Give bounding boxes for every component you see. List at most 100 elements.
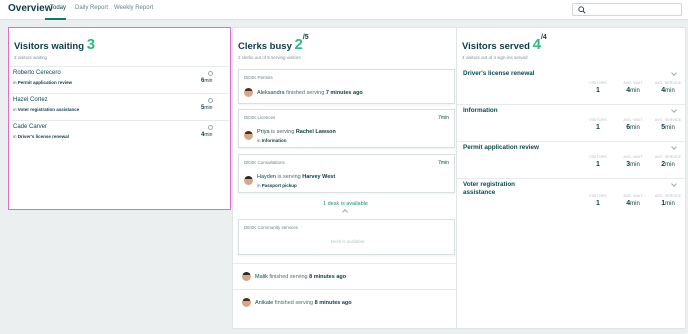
service-row[interactable]: Driver's license renewal VISITORS AVG. W… (457, 70, 687, 106)
service-name: Permit application review (463, 144, 539, 151)
visitors-header: VISITORS (589, 155, 607, 159)
desk-status: Priya is serving Rachel Lawson (257, 129, 336, 135)
avg-wait-header: AVG. WAIT (623, 194, 643, 198)
service-row[interactable]: Voter registration assistance VISITORS A… (457, 181, 687, 217)
avg-wait-value: 6min (626, 124, 640, 131)
desk-card-consultations[interactable]: DESK Consultations 7min Hayden is servin… (238, 154, 455, 193)
divider (457, 141, 687, 142)
visitors-waiting-title: Visitors waiting 3 (14, 36, 95, 53)
clerk-avatar (242, 298, 251, 307)
divider (457, 178, 687, 179)
desk-status: Hayden is serving Harvey West (257, 174, 336, 180)
desk-service: in Passport pickup (257, 183, 297, 188)
top-bar: Overview Today Daily Report Weekly Repor… (0, 0, 688, 20)
avg-service-value: 4min (661, 87, 675, 94)
avg-service-value: 2min (661, 161, 675, 168)
visitors-header: VISITORS (589, 118, 607, 122)
service-name: Voter registration assistance (463, 181, 516, 196)
visitors-header: VISITORS (589, 194, 607, 198)
avg-service-header: AVG. SERVICE (654, 194, 682, 198)
service-name: Information (463, 107, 498, 114)
chevron-down-icon[interactable] (671, 107, 677, 113)
clerk-avatar (244, 131, 253, 140)
desk-available-note: Desk is available (330, 239, 365, 244)
visitors-value: 1 (596, 161, 600, 168)
clerks-busy-count: 2 (294, 36, 303, 53)
visitors-served-panel: Visitors served 4/4 4 visitors out of 4 … (456, 27, 687, 329)
avg-wait-header: AVG. WAIT (623, 81, 643, 85)
desk-card-licences[interactable]: DESK Licences 7min Priya is serving Rach… (238, 109, 455, 148)
avg-service-header: AVG. SERVICE (654, 81, 682, 85)
finished-clerk-row: Malik finished serving 8 minutes ago (233, 263, 458, 289)
clerk-avatar (244, 176, 253, 185)
visitor-service: in Permit application review (13, 80, 73, 85)
avg-wait-value: 3min (626, 161, 640, 168)
clerk-avatar (244, 88, 253, 97)
avg-wait-value: 4min (626, 87, 640, 94)
finished-clerk-row: Anikate finished serving 8 minutes ago (233, 289, 458, 315)
visitor-service: in Voter registration assistance (13, 107, 80, 112)
desks-available-toggle[interactable]: 1 desk is available (233, 201, 458, 207)
avg-service-value: 5min (661, 124, 675, 131)
clock-icon (208, 71, 213, 76)
desk-card-permits[interactable]: DESK Permits Aleksandra finished serving… (238, 69, 455, 104)
clock-icon (208, 98, 213, 103)
service-name: Driver's license renewal (463, 70, 535, 77)
finished-status: Anikate finished serving 8 minutes ago (255, 300, 352, 306)
wait-time: 6min (201, 78, 213, 84)
service-row[interactable]: Permit application review VISITORS AVG. … (457, 144, 687, 180)
avg-service-value: 1min (661, 200, 675, 207)
desk-time: 7min (438, 160, 449, 166)
finished-status: Malik finished serving 8 minutes ago (255, 274, 347, 280)
waiting-visitor-row[interactable]: Hazel Cortez in Voter registration assis… (9, 93, 229, 120)
desk-label: DESK Permits (244, 75, 273, 80)
clerks-busy-label: Clerks busy (238, 41, 292, 52)
waiting-visitor-row[interactable]: Cade Carver in Driver's license renewal … (9, 120, 229, 147)
wait-time: 5min (201, 105, 213, 111)
visitors-served-title: Visitors served 4/4 (462, 34, 547, 53)
visitors-value: 1 (596, 87, 600, 94)
clerks-busy-subtitle: 2 clerks out of 5 serving visitors (238, 55, 301, 60)
active-tab-indicator (45, 18, 66, 20)
chevron-up-icon[interactable] (342, 209, 348, 215)
clerks-busy-panel: Clerks busy 2/5 2 clerks out of 5 servin… (232, 27, 458, 329)
page-title: Overview (8, 3, 53, 14)
tab-weekly-report[interactable]: Weekly Report (114, 5, 153, 11)
visitor-name: Roberto Cerecero (13, 70, 61, 76)
chevron-down-icon[interactable] (671, 144, 677, 150)
visitor-service: in Driver's license renewal (13, 134, 69, 139)
desk-label: DESK Licences (244, 115, 276, 120)
search-icon (578, 6, 586, 14)
visitors-value: 1 (596, 124, 600, 131)
desk-time: 7min (438, 115, 449, 121)
visitors-waiting-panel: Visitors waiting 3 3 visitors waiting Ro… (8, 27, 231, 210)
visitor-name: Cade Carver (13, 124, 48, 130)
desk-card-community-services[interactable]: DESK Community services Desk is availabl… (238, 219, 455, 255)
wait-time: 4min (201, 132, 213, 138)
desk-service: in Information (257, 138, 287, 143)
service-row[interactable]: Information VISITORS AVG. WAIT AVG. SERV… (457, 107, 687, 143)
desk-label: DESK Consultations (244, 160, 285, 165)
avg-wait-header: AVG. WAIT (623, 118, 643, 122)
visitors-served-count: 4 (532, 36, 541, 53)
chevron-down-icon[interactable] (671, 70, 677, 76)
avg-wait-value: 4min (626, 200, 640, 207)
chevron-down-icon[interactable] (671, 181, 677, 187)
avg-service-header: AVG. SERVICE (654, 155, 682, 159)
visitors-waiting-count: 3 (86, 36, 96, 53)
visitors-waiting-label: Visitors waiting (14, 41, 85, 52)
tab-daily-report[interactable]: Daily Report (75, 5, 108, 11)
visitors-served-subtitle: 4 visitors out of 4 sign-ins served (462, 55, 528, 60)
waiting-visitor-row[interactable]: Roberto Cerecero in Permit application r… (9, 66, 229, 93)
search-input[interactable] (572, 3, 682, 16)
clerks-total: /5 (302, 34, 309, 41)
visitors-waiting-subtitle: 3 visitors waiting (14, 55, 48, 60)
visitors-header: VISITORS (589, 81, 607, 85)
tab-today[interactable]: Today (50, 5, 66, 11)
visitors-value: 1 (596, 200, 600, 207)
desk-status: Aleksandra finished serving 7 minutes ag… (257, 90, 363, 96)
clerks-busy-title: Clerks busy 2/5 (238, 34, 309, 53)
clerk-avatar (242, 272, 251, 281)
visitor-name: Hazel Cortez (13, 97, 48, 103)
visitors-served-label: Visitors served (462, 41, 530, 52)
